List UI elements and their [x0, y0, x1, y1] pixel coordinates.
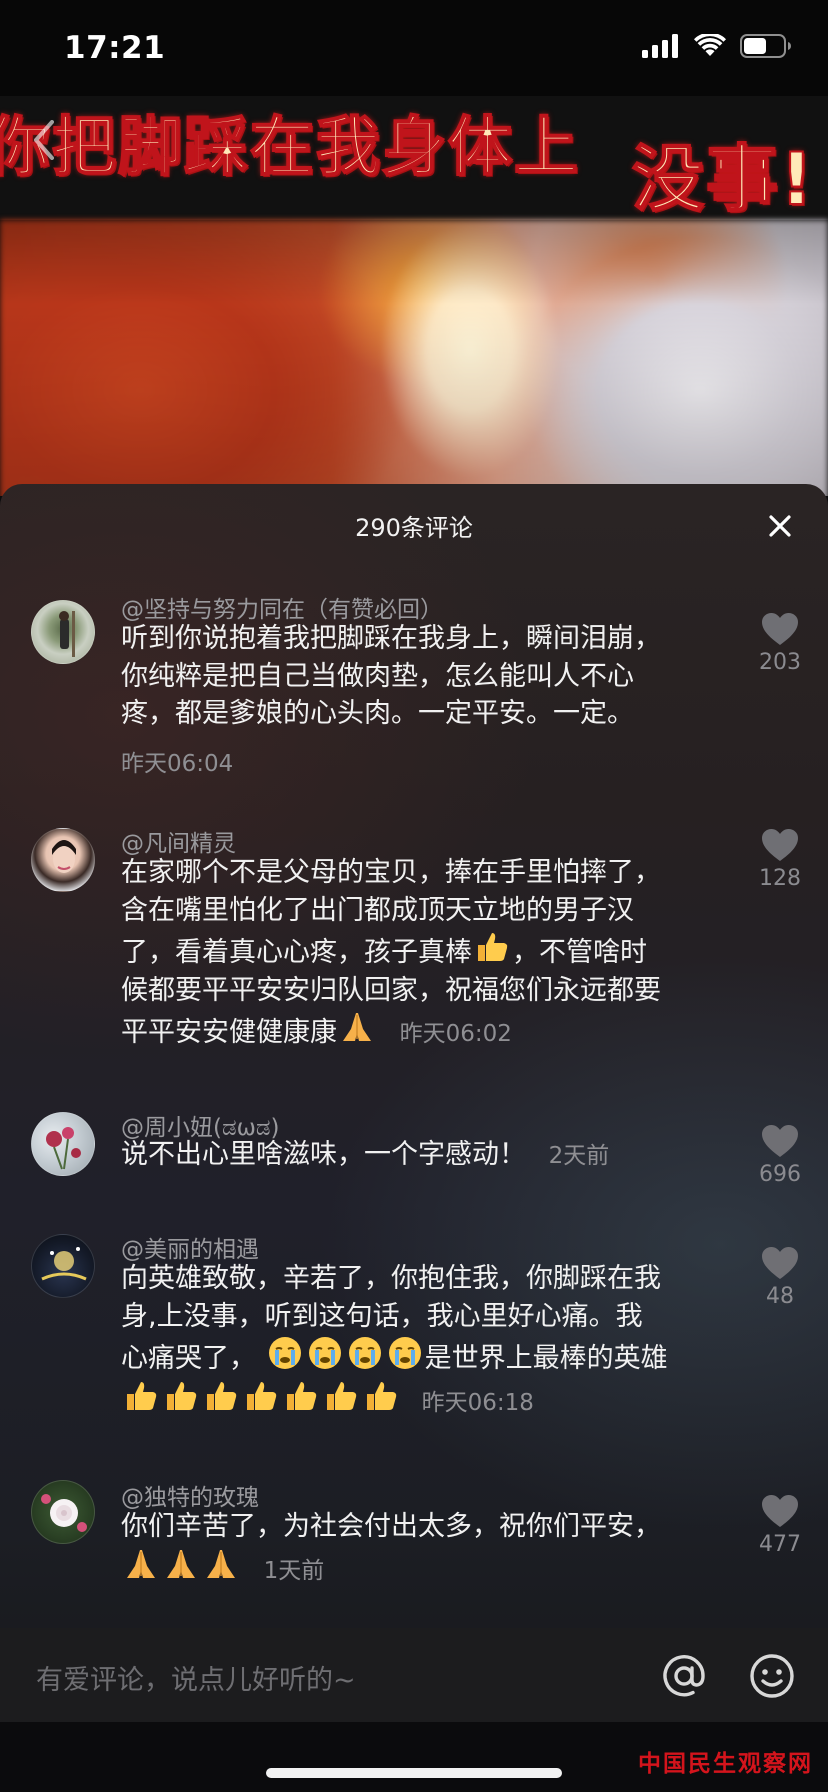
emoji-icon[interactable]	[748, 1652, 796, 1700]
comment-text: 听到你说抱着我把脚踩在我身上，瞬间泪崩， 你纯粹是把自己当做肉垫，怎么能叫人不心…	[121, 623, 661, 729]
crying-emoji	[268, 1337, 301, 1369]
like-button[interactable]: 203	[752, 612, 808, 675]
like-button[interactable]: 48	[752, 1246, 808, 1309]
thumbs-up-emoji	[367, 1381, 397, 1410]
comment-username[interactable]: @凡间精灵	[121, 824, 236, 858]
comment-input-bar[interactable]: 有爱评论，说点儿好听的~	[0, 1628, 828, 1722]
comment-item: @独特的玫瑰 你们辛苦了，为社会付出太多，祝你们平安， 1天前 477	[0, 1480, 828, 1590]
panel-title: 290条评论	[355, 514, 473, 542]
video-caption-line1: 你把脚踩在我身体上	[0, 110, 580, 186]
like-button[interactable]: 696	[752, 1124, 808, 1187]
thumbs-up-emoji	[327, 1381, 357, 1410]
pray-emoji	[343, 1013, 371, 1041]
heart-icon	[762, 613, 798, 645]
comment-username[interactable]: @坚持与努力同在（有赞必回）	[121, 590, 443, 624]
like-count: 696	[759, 1162, 801, 1187]
crying-emoji	[388, 1337, 421, 1369]
heart-icon	[762, 1495, 798, 1527]
heart-icon	[762, 1125, 798, 1157]
comment-time: 昨天06:18	[421, 1389, 534, 1416]
comment-time: 2天前	[548, 1143, 610, 1169]
watermark: 中国民生观察网	[638, 1750, 813, 1777]
pray-emoji	[207, 1549, 235, 1578]
comment-item: @美丽的相遇 向英雄致敬，辛若了，你抱住我，你脚踩在我 身,上没事，听到这句话，…	[0, 1234, 828, 1416]
avatar[interactable]	[31, 828, 95, 892]
home-indicator[interactable]	[266, 1768, 562, 1778]
pray-emoji	[127, 1549, 155, 1578]
like-count: 48	[766, 1284, 794, 1309]
crying-emoji	[308, 1337, 341, 1369]
thumbs-up-emoji	[167, 1381, 197, 1410]
comment-text: 向英雄致敬，辛若了，你抱住我，你脚踩在我 身,上没事，听到这句话，我心里好心痛。…	[121, 1263, 668, 1416]
comment-item: @周小妞(ಡωಡ) 说不出心里啥滋味，一个字感动！ 2天前 696	[0, 1110, 828, 1200]
status-icons	[642, 34, 792, 58]
comment-text: 你们辛苦了，为社会付出太多，祝你们平安， 1天前	[121, 1511, 661, 1584]
thumbs-up-emoji	[127, 1381, 157, 1410]
heart-icon	[762, 829, 798, 861]
signal-icon	[642, 34, 678, 58]
crying-emoji	[348, 1337, 381, 1369]
thumbs-up-emoji	[207, 1381, 237, 1410]
close-icon[interactable]	[764, 510, 796, 542]
like-count: 128	[759, 866, 801, 891]
comment-text: 在家哪个不是父母的宝贝，捧在手里怕摔了， 含在嘴里怕化了出门都成顶天立地的男子汉…	[121, 857, 661, 1048]
comment-text: 说不出心里啥滋味，一个字感动！ 2天前	[121, 1139, 610, 1170]
status-bar: 17:21	[0, 0, 828, 96]
comment-item: @坚持与努力同在（有赞必回） 听到你说抱着我把脚踩在我身上，瞬间泪崩， 你纯粹是…	[0, 590, 828, 790]
comment-username[interactable]: @美丽的相遇	[121, 1230, 259, 1264]
at-icon[interactable]	[660, 1652, 708, 1700]
wifi-icon	[694, 34, 726, 56]
heart-icon	[762, 1247, 798, 1279]
like-count: 203	[759, 650, 801, 675]
comment-input[interactable]: 有爱评论，说点儿好听的~	[36, 1658, 356, 1697]
pray-emoji	[167, 1549, 195, 1578]
video-player[interactable]: 你把脚踩在我身体上 没事!	[0, 96, 828, 496]
back-chevron-icon[interactable]	[30, 118, 58, 162]
video-caption-line2: 没事!	[631, 136, 815, 222]
avatar[interactable]	[31, 1234, 95, 1298]
comment-item: @凡间精灵 在家哪个不是父母的宝贝，捧在手里怕摔了， 含在嘴里怕化了出门都成顶天…	[0, 828, 828, 1048]
battery-icon	[740, 34, 791, 58]
avatar[interactable]	[31, 1112, 95, 1176]
comment-time: 昨天06:04	[121, 751, 234, 777]
like-button[interactable]: 477	[752, 1494, 808, 1557]
avatar[interactable]	[31, 600, 95, 664]
comment-time: 1天前	[263, 1557, 325, 1584]
like-button[interactable]: 128	[752, 828, 808, 891]
comment-panel: 290条评论 @坚持与努力同在（有赞必回） 听到你说抱着我把脚踩在我身上，瞬间泪…	[0, 484, 828, 1792]
avatar[interactable]	[31, 1480, 95, 1544]
bottom-area: 中国民生观察网	[0, 1722, 828, 1792]
like-count: 477	[759, 1532, 801, 1557]
comment-username[interactable]: @独特的玫瑰	[121, 1478, 259, 1512]
thumbs-up-emoji	[247, 1381, 277, 1410]
status-time: 17:21	[64, 30, 166, 66]
thumbs-up-emoji	[478, 933, 508, 961]
thumbs-up-emoji	[287, 1381, 317, 1410]
comment-time: 昨天06:02	[399, 1021, 512, 1047]
